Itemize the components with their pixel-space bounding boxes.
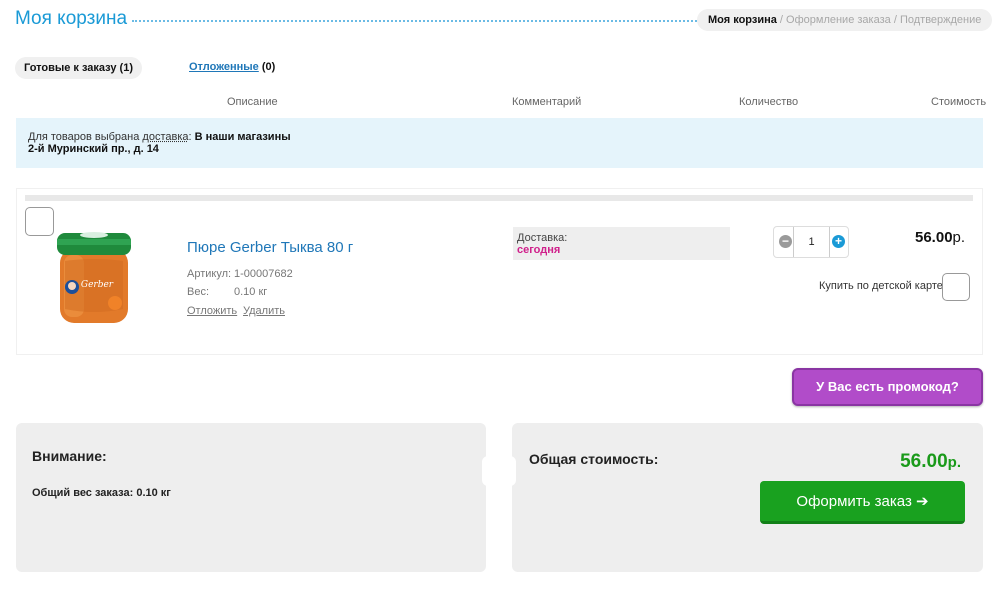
delivery-method: В наши магазины [194, 131, 291, 143]
column-cost: Стоимость [931, 96, 987, 108]
tab-ready-to-order[interactable]: Готовые к заказу (1) [15, 57, 142, 79]
total-value: 56.00р. [900, 451, 961, 473]
notice-panel: Внимание: Общий вес заказа: 0.10 кг [16, 423, 486, 572]
child-card-label: Купить по детской карте [819, 280, 943, 292]
tab-deferred-count: (0) [261, 61, 276, 73]
order-weight: Общий вес заказа: 0.10 кг [32, 487, 171, 499]
quantity-stepper: − 1 + [773, 226, 849, 258]
comment-label: Доставка: [517, 232, 568, 244]
product-article-value: 1-00007682 [234, 268, 293, 280]
comment-value: сегодня [517, 244, 561, 256]
product-weight: Вес: 0.10 кг [187, 286, 268, 298]
step-separator: / [779, 14, 783, 26]
delivery-address: 2-й Муринский пр., д. 14 [28, 143, 159, 155]
delete-link[interactable]: Удалить [243, 305, 285, 317]
quantity-input[interactable]: 1 [793, 227, 830, 257]
delivery-link[interactable]: доставка [142, 131, 188, 143]
delivery-banner: Для товаров выбрана доставка: В наши маг… [16, 118, 983, 168]
column-comment: Комментарий [512, 96, 582, 108]
item-divider [25, 195, 973, 201]
title-divider [132, 20, 697, 22]
item-price-currency: р. [952, 229, 966, 246]
minus-icon[interactable]: − [779, 235, 792, 248]
product-article: Артикул: 1-00007682 [187, 268, 293, 280]
notice-title: Внимание: [32, 448, 107, 464]
product-name-link[interactable]: Пюре Gerber Тыква 80 г [187, 239, 353, 256]
defer-link[interactable]: Отложить [187, 305, 237, 317]
product-image-brand: Gerber [81, 280, 114, 290]
checkout-steps: Моя корзина / Оформление заказа / Подтве… [697, 9, 993, 31]
step-separator: / [893, 14, 897, 26]
item-price-value: 56.00 [915, 229, 953, 246]
item-select-checkbox[interactable] [25, 207, 54, 236]
step-checkout: Оформление заказа [786, 14, 891, 26]
column-description: Описание [227, 96, 278, 108]
step-confirmation: Подтверждение [899, 14, 982, 26]
checkout-button[interactable]: Оформить заказ ➔ [760, 481, 965, 524]
total-label: Общая стоимость: [529, 451, 659, 467]
tab-deferred-link[interactable]: Отложенные [189, 61, 259, 73]
page-title: Моя корзина [15, 8, 128, 29]
total-currency: р. [947, 454, 961, 471]
delivery-prefix: Для товаров выбрана [28, 131, 143, 143]
plus-icon[interactable]: + [832, 235, 845, 248]
product-image[interactable]: Gerber [51, 231, 137, 327]
summary-panel: Общая стоимость: 56.00р. Оформить заказ … [512, 423, 983, 572]
promo-code-button[interactable]: У Вас есть промокод? [792, 368, 983, 406]
panel-notch [482, 456, 516, 486]
child-card-checkbox[interactable] [942, 273, 970, 301]
step-cart: Моя корзина [708, 14, 777, 26]
product-weight-value: 0.10 кг [234, 286, 268, 298]
item-comment: Доставка: сегодня [513, 227, 730, 260]
tab-deferred[interactable]: Отложенные (0) [189, 61, 275, 73]
total-amount: 56.00 [900, 451, 948, 472]
cart-item: Gerber Пюре Gerber Тыква 80 г Артикул: 1… [16, 188, 983, 355]
column-quantity: Количество [739, 96, 799, 108]
item-price: 56.00р. [915, 229, 965, 246]
